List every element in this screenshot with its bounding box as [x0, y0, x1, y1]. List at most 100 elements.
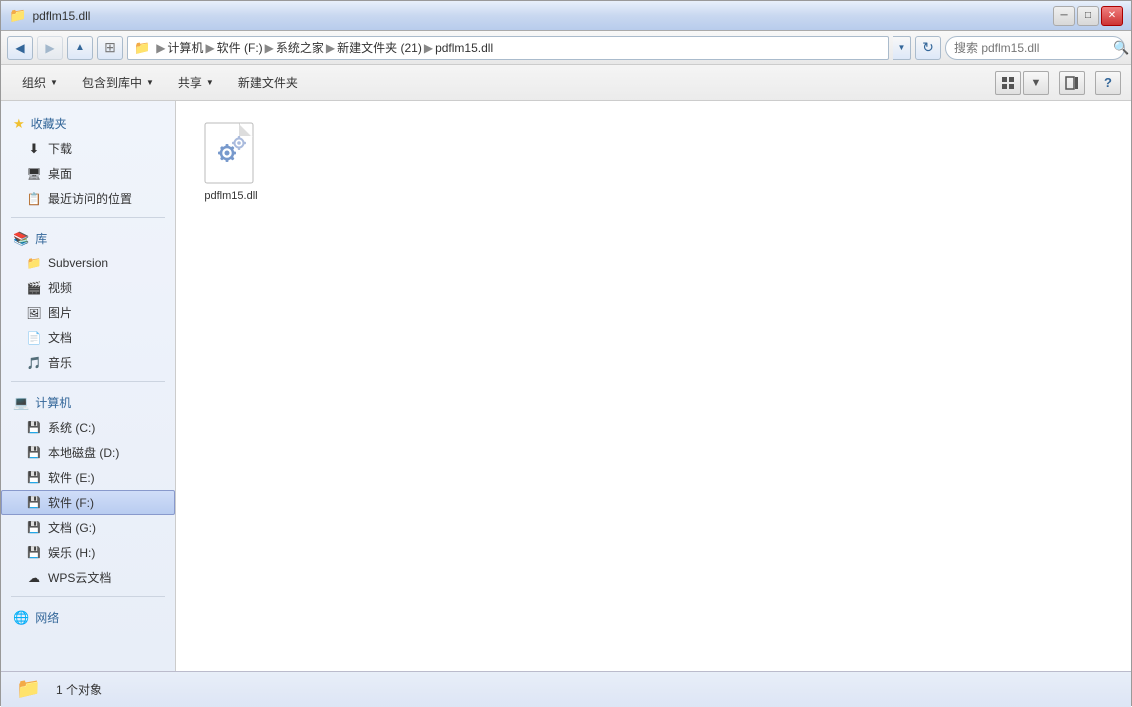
new-folder-label: 新建文件夹 [238, 74, 298, 91]
drive-f-icon: 💾 [26, 495, 42, 511]
drive-h-icon: 💾 [26, 545, 42, 561]
sidebar-item-documents[interactable]: 📄 文档 [1, 325, 175, 350]
favorites-section-title: ★ 收藏夹 [1, 109, 175, 136]
back-button[interactable]: ◀ [7, 36, 33, 60]
toolbar-right: ▼ ? [995, 71, 1121, 95]
documents-icon: 📄 [26, 330, 42, 346]
sidebar-item-pictures-label: 图片 [48, 304, 72, 321]
folder-icon-path: 📁 [134, 40, 150, 56]
help-button[interactable]: ? [1095, 71, 1121, 95]
sidebar-item-subversion-label: Subversion [48, 256, 108, 270]
content-area: pdflm15.dll [176, 101, 1131, 671]
recent-button[interactable]: ⊞ [97, 36, 123, 60]
video-icon: 🎬 [26, 280, 42, 296]
address-path[interactable]: 📁 ▶ 计算机 ▶ 软件 (F:) ▶ 系统之家 ▶ 新建文件夹 (21) ▶ … [127, 36, 889, 60]
sidebar-item-wps-cloud-label: WPS云文档 [48, 569, 111, 586]
path-segment-drive: 软件 (F:) [217, 39, 263, 56]
search-box: 🔍 [945, 36, 1125, 60]
sidebar-item-drive-g[interactable]: 💾 文档 (G:) [1, 515, 175, 540]
preview-pane-button[interactable] [1059, 71, 1085, 95]
up-button[interactable]: ▲ [67, 36, 93, 60]
sidebar-item-drive-e-label: 软件 (E:) [48, 469, 95, 486]
file-item-pdflm15[interactable]: pdflm15.dll [191, 116, 271, 208]
title-bar-controls: ─ □ ✕ [1053, 6, 1123, 26]
sidebar-item-drive-d-label: 本地磁盘 (D:) [48, 444, 119, 461]
view-dropdown-button[interactable]: ▼ [1023, 71, 1049, 95]
sidebar-item-subversion[interactable]: 📁 Subversion [1, 251, 175, 275]
sidebar-item-drive-f[interactable]: 💾 软件 (F:) [1, 490, 175, 515]
sidebar: ★ 收藏夹 ⬇ 下载 🖥 桌面 📋 最近访问的位置 📚 库 📁 Subversi… [1, 101, 176, 671]
sidebar-item-wps-cloud[interactable]: ☁ WPS云文档 [1, 565, 175, 590]
divider-3 [11, 596, 165, 597]
dll-file-svg [201, 119, 261, 187]
main-area: ★ 收藏夹 ⬇ 下载 🖥 桌面 📋 最近访问的位置 📚 库 📁 Subversi… [1, 101, 1131, 671]
share-chevron: ▼ [206, 78, 214, 87]
desktop-icon: 🖥 [26, 166, 42, 182]
download-icon: ⬇ [26, 141, 42, 157]
favorites-star-icon: ★ [13, 116, 25, 132]
path-segment-folder2: 新建文件夹 (21) [337, 39, 422, 56]
sidebar-item-drive-e[interactable]: 💾 软件 (E:) [1, 465, 175, 490]
title-bar-title: pdflm15.dll [32, 9, 90, 23]
sidebar-item-recent[interactable]: 📋 最近访问的位置 [1, 186, 175, 211]
recent-icon: 📋 [26, 191, 42, 207]
close-button[interactable]: ✕ [1101, 6, 1123, 26]
divider-1 [11, 217, 165, 218]
status-bar: 📁 1 个对象 [1, 671, 1131, 707]
share-button[interactable]: 共享 ▼ [167, 69, 225, 97]
favorites-title: 收藏夹 [31, 115, 67, 132]
sidebar-item-desktop[interactable]: 🖥 桌面 [1, 161, 175, 186]
forward-button[interactable]: ▶ [37, 36, 63, 60]
sidebar-item-drive-g-label: 文档 (G:) [48, 519, 96, 536]
network-section-title: 🌐 网络 [1, 603, 175, 630]
address-bar: ◀ ▶ ▲ ⊞ 📁 ▶ 计算机 ▶ 软件 (F:) ▶ 系统之家 ▶ 新建文件夹… [1, 31, 1131, 65]
sidebar-item-video-label: 视频 [48, 279, 72, 296]
view-grid-button[interactable] [995, 71, 1021, 95]
music-icon: 🎵 [26, 355, 42, 371]
maximize-button[interactable]: □ [1077, 6, 1099, 26]
title-bar-left: 📁 pdflm15.dll [9, 7, 90, 24]
title-bar-icon: 📁 [9, 7, 26, 24]
include-library-button[interactable]: 包含到库中 ▼ [71, 69, 165, 97]
status-count: 1 个对象 [56, 681, 102, 698]
library-icon: 📚 [13, 231, 29, 247]
organize-label: 组织 [22, 74, 46, 91]
file-icon-pdflm15 [199, 121, 263, 185]
sidebar-item-drive-h[interactable]: 💾 娱乐 (H:) [1, 540, 175, 565]
drive-e-icon: 💾 [26, 470, 42, 486]
sidebar-item-drive-c[interactable]: 💾 系统 (C:) [1, 415, 175, 440]
path-segment-computer: 计算机 [167, 39, 203, 56]
computer-section-title: 💻 计算机 [1, 388, 175, 415]
sidebar-item-drive-c-label: 系统 (C:) [48, 419, 95, 436]
sidebar-item-recent-label: 最近访问的位置 [48, 190, 132, 207]
path-segment-folder1: 系统之家 [276, 39, 324, 56]
file-grid: pdflm15.dll [191, 116, 1116, 208]
file-name-pdflm15: pdflm15.dll [204, 189, 257, 203]
organize-button[interactable]: 组织 ▼ [11, 69, 69, 97]
refresh-button[interactable]: ↻ [915, 36, 941, 60]
sidebar-item-download[interactable]: ⬇ 下载 [1, 136, 175, 161]
sidebar-item-music[interactable]: 🎵 音乐 [1, 350, 175, 375]
network-title: 网络 [35, 609, 59, 626]
pictures-icon: 🖼 [26, 305, 42, 321]
sidebar-item-drive-h-label: 娱乐 (H:) [48, 544, 95, 561]
share-label: 共享 [178, 74, 202, 91]
address-dropdown-button[interactable]: ▼ [893, 36, 911, 60]
sidebar-item-drive-d[interactable]: 💾 本地磁盘 (D:) [1, 440, 175, 465]
library-title: 库 [35, 230, 47, 247]
include-library-chevron: ▼ [146, 78, 154, 87]
subversion-icon: 📁 [26, 255, 42, 271]
new-folder-button[interactable]: 新建文件夹 [227, 69, 309, 97]
minimize-button[interactable]: ─ [1053, 6, 1075, 26]
status-folder-icon: 📁 [16, 676, 44, 704]
sidebar-item-pictures[interactable]: 🖼 图片 [1, 300, 175, 325]
search-input[interactable] [954, 41, 1109, 55]
drive-c-icon: 💾 [26, 420, 42, 436]
title-bar: 📁 pdflm15.dll ─ □ ✕ [1, 1, 1131, 31]
computer-icon: 💻 [13, 395, 29, 411]
search-icon[interactable]: 🔍 [1113, 40, 1129, 56]
drive-g-icon: 💾 [26, 520, 42, 536]
library-section-title: 📚 库 [1, 224, 175, 251]
sidebar-item-video[interactable]: 🎬 视频 [1, 275, 175, 300]
wps-cloud-icon: ☁ [26, 570, 42, 586]
